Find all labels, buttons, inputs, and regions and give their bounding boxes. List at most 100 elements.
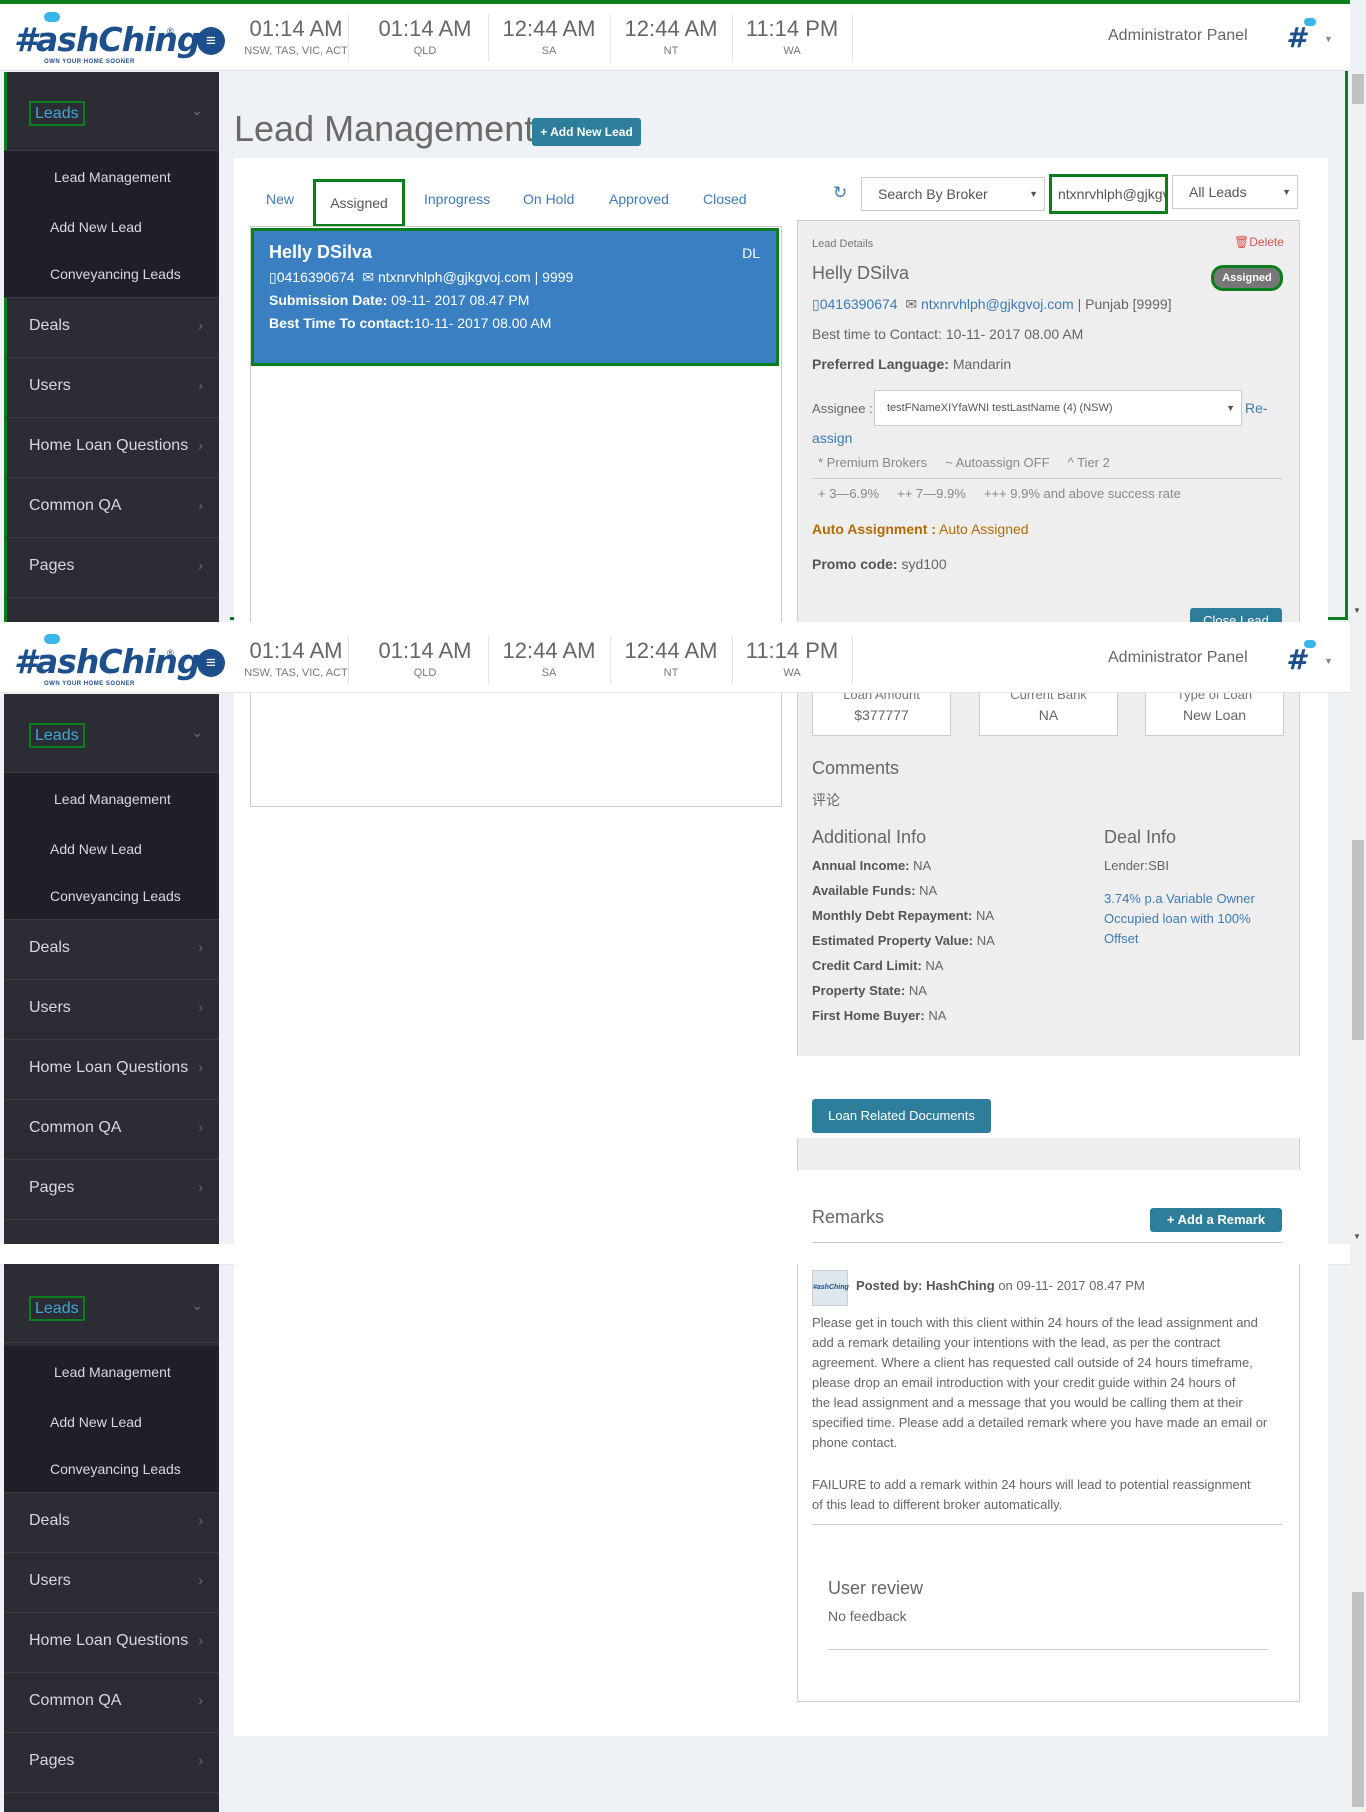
hamburger-menu-icon[interactable]: ≡ (197, 27, 225, 55)
tab-assigned[interactable]: Assigned (313, 179, 405, 227)
divider (812, 478, 1282, 479)
sidebar-item-common-qa[interactable]: Common QA › (4, 477, 219, 538)
tab-closed[interactable]: Closed (703, 191, 747, 207)
sidebar-item-deals[interactable]: Deals › (4, 1492, 219, 1553)
user-avatar-icon[interactable]: # (1278, 18, 1316, 56)
assignee-select[interactable]: testFNameXIYfaWNI testLastName (4) (NSW)… (874, 390, 1242, 426)
chevron-down-icon[interactable]: ▼ (1324, 656, 1333, 666)
sidebar-item-leads[interactable]: Leads ⌄ (4, 694, 219, 773)
reassign-link[interactable]: Re- (1245, 400, 1268, 416)
sidebar-item-conveyancing[interactable]: Conveyancing Leads (4, 1445, 219, 1493)
add-remark-button[interactable]: + Add a Remark (1150, 1208, 1282, 1232)
sidebar-item-users[interactable]: Users › (4, 357, 219, 418)
tab-on-hold[interactable]: On Hold (523, 191, 574, 207)
lead-management-label: Lead Management (54, 169, 171, 185)
reassign-link-2[interactable]: assign (812, 430, 852, 446)
sidebar-item-common-qa[interactable]: Common QA › (4, 1099, 219, 1160)
comments-value: 评论 (812, 792, 840, 808)
common-qa-label: Common QA (29, 497, 122, 514)
tab-inprogress[interactable]: Inprogress (424, 191, 490, 207)
sidebar-item-deals[interactable]: Deals › (4, 297, 219, 358)
add-new-lead-button[interactable]: + Add New Lead (532, 118, 641, 146)
broker-select[interactable]: Search By Broker ▼ (861, 177, 1045, 211)
sidebar-item-pages[interactable]: Pages › (4, 537, 219, 598)
sidebar-item-conveyancing[interactable]: Conveyancing Leads (4, 872, 219, 920)
clock-qld: 01:14 AM QLD (362, 14, 489, 62)
sidebar-item-users[interactable]: Users › (4, 979, 219, 1040)
leads-filter-select[interactable]: All Leads ▼ (1172, 175, 1298, 209)
divider (812, 1524, 1282, 1525)
chevron-down-icon[interactable]: ▼ (1324, 34, 1333, 44)
hashching-logo[interactable]: #ashChing ® OWN YOUR HOME SOONER (14, 12, 201, 65)
clock-time: 12:44 AM (502, 638, 596, 663)
lead-card-badge: DL (742, 245, 760, 261)
sidebar-item-home-loan-questions[interactable]: Home Loan Questions › (4, 1039, 219, 1100)
sidebar-item-common-qa[interactable]: Common QA › (4, 1672, 219, 1733)
lead-card-email: ntxnrvhlph@gjkgvoj.com (378, 269, 531, 285)
info-label: Available Funds: (812, 883, 916, 898)
home-loan-questions-label: Home Loan Questions (29, 437, 189, 454)
screenshot-part-1: #ashChing ® OWN YOUR HOME SOONER ≡ 01:14… (0, 0, 1366, 622)
sidebar-item-add-new-lead[interactable]: Add New Lead (4, 1398, 219, 1446)
screenshot-part-3: Leads ⌄ Lead Management Add New Lead Con… (0, 1244, 1366, 1812)
close-lead-button[interactable]: Close Lead (1190, 608, 1282, 622)
promo-value: syd100 (901, 556, 947, 572)
deal-lender: Lender:SBI (1104, 858, 1170, 873)
scroll-down-arrow[interactable]: ▼ (1353, 606, 1361, 615)
deal-link[interactable]: 3.74% p.a Variable Owner Occupied loan w… (1104, 889, 1255, 949)
sidebar-item-conveyancing[interactable]: Conveyancing Leads (4, 250, 219, 298)
remark-author: Posted by: HashChing (856, 1278, 995, 1293)
info-annual-income: Annual Income: NA (812, 858, 931, 873)
remark-line: add a remark detailing your intentions w… (812, 1335, 1221, 1350)
sidebar-item-pages[interactable]: Pages › (4, 1159, 219, 1220)
lead-card-name: Helly DSilva (269, 242, 373, 262)
search-input[interactable]: ntxnrvhlph@gjkgvoj.com (1049, 174, 1168, 214)
detail-phone[interactable]: 0416390674 (820, 296, 898, 312)
conveyancing-label: Conveyancing Leads (50, 888, 181, 904)
scroll-down-arrow[interactable]: ▼ (1353, 1232, 1361, 1241)
scrollbar-thumb[interactable] (1352, 840, 1364, 1040)
lead-details-label: Lead Details (812, 238, 874, 250)
sidebar-item-pages[interactable]: Pages › (4, 1732, 219, 1793)
tab-new[interactable]: New (266, 191, 294, 207)
lead-card[interactable]: Helly DSilva DL ▯0416390674 ✉ ntxnrvhlph… (251, 228, 779, 366)
scrollbar-thumb[interactable] (1352, 74, 1364, 104)
home-loan-questions-label: Home Loan Questions (29, 1632, 189, 1649)
scrollbar-thumb[interactable] (1352, 1592, 1364, 1807)
sidebar-item-add-new-lead[interactable]: Add New Lead (4, 203, 219, 251)
sidebar-item-home-loan-questions[interactable]: Home Loan Questions › (4, 417, 219, 478)
status-badge: Assigned (1211, 265, 1283, 291)
sidebar-item-home-loan-questions[interactable]: Home Loan Questions › (4, 1612, 219, 1673)
tab-approved[interactable]: Approved (609, 191, 669, 207)
remark-line: phone contact. (812, 1435, 898, 1450)
user-review-title: User review (828, 1578, 924, 1598)
clock-nsw: 01:14 AM NSW, TAS, VIC, ACT (244, 14, 349, 62)
clock-time: 12:44 AM (624, 638, 718, 663)
sidebar-item-leads[interactable]: Leads ⌄ (4, 1264, 219, 1343)
sidebar-item-users[interactable]: Users › (4, 1552, 219, 1613)
users-label: Users (29, 1572, 71, 1589)
sidebar-item-lead-management[interactable]: Lead Management (4, 151, 219, 204)
info-value: NA (908, 983, 927, 998)
sidebar-item-lead-management[interactable]: Lead Management (4, 1346, 219, 1399)
sidebar-item-add-new-lead[interactable]: Add New Lead (4, 825, 219, 873)
info-label: Property State: (812, 983, 906, 998)
chevron-right-icon: › (198, 1572, 203, 1588)
hashching-logo[interactable]: #ashChing ® OWN YOUR HOME SOONER (14, 634, 201, 687)
chevron-right-icon: › (198, 317, 203, 333)
chevron-right-icon: › (198, 999, 203, 1015)
sidebar-item-lead-management[interactable]: Lead Management (4, 773, 219, 826)
chevron-down-icon: ▼ (1029, 189, 1038, 199)
detail-email[interactable]: ntxnrvhlph@gjkgvoj.com (921, 296, 1074, 312)
top-bar: #ashChing ® OWN YOUR HOME SOONER ≡ 01:14… (0, 622, 1350, 693)
loan-related-documents-button[interactable]: Loan Related Documents (812, 1099, 991, 1133)
sidebar-item-deals[interactable]: Deals › (4, 919, 219, 980)
hamburger-menu-icon[interactable]: ≡ (197, 649, 225, 677)
scrollbar[interactable] (1350, 70, 1366, 622)
clock-zone: NT (663, 667, 679, 679)
delete-button[interactable]: 🗑Delete (1234, 235, 1284, 249)
sidebar-item-leads[interactable]: Leads ⌄ (4, 72, 219, 151)
refresh-icon[interactable]: ↻ (833, 183, 847, 203)
promo-label: Promo code: (812, 556, 898, 572)
user-avatar-icon[interactable]: # (1278, 640, 1316, 678)
